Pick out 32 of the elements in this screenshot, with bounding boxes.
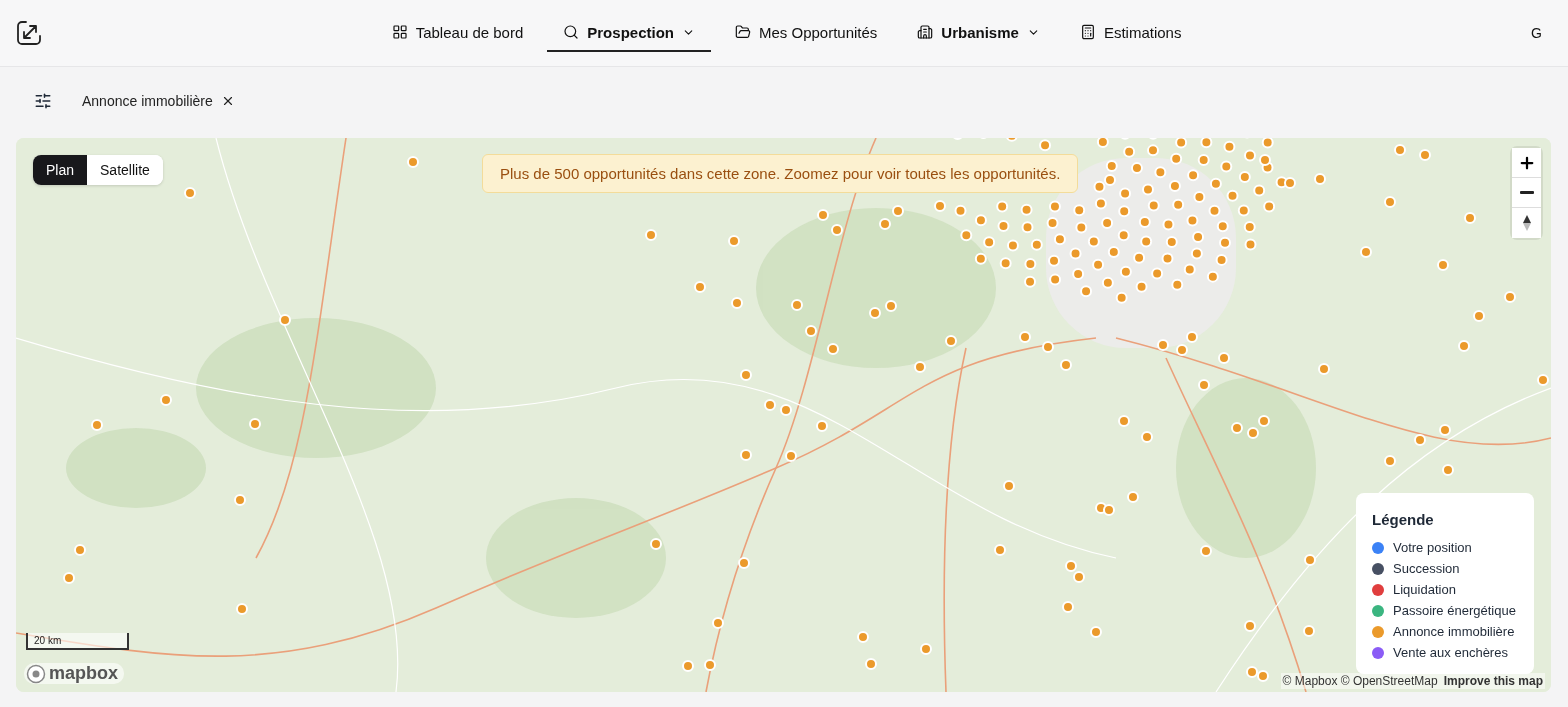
nav-tab[interactable]: Urbanisme [901, 0, 1056, 52]
legend-label: Vente aux enchères [1393, 645, 1508, 660]
nav-tab[interactable]: Tableau de bord [375, 0, 540, 52]
legend-title: Légende [1372, 511, 1435, 528]
legend-label: Annonce immobilière [1393, 624, 1515, 639]
folder-icon [734, 24, 751, 40]
building-icon [917, 24, 934, 40]
zoom-in-button[interactable] [1512, 148, 1541, 178]
legend-label: Passoire énergétique [1393, 603, 1516, 618]
map-style-tab[interactable]: Plan [33, 155, 88, 185]
user-avatar[interactable]: G [1531, 25, 1542, 41]
nav-tab[interactable]: Mes Opportunités [718, 0, 894, 52]
filter-icon[interactable] [34, 91, 52, 110]
legend-label: Votre position [1393, 540, 1472, 555]
improve-map-link[interactable]: Improve this map [1443, 674, 1543, 688]
legend-label: Liquidation [1393, 582, 1456, 597]
calculator-icon [1079, 24, 1096, 40]
nav-tab[interactable]: Prospection [547, 0, 711, 52]
map-style-tab[interactable]: Satellite [87, 155, 163, 185]
filter-chip[interactable]: Annonce immobilière [72, 88, 245, 113]
legend-label: Succession [1393, 561, 1460, 576]
logo-icon [26, 663, 46, 684]
scale-bar: 20 km [26, 633, 129, 650]
minus-icon [1519, 191, 1534, 194]
grid-icon [391, 24, 408, 40]
nav-tab[interactable]: Estimations [1063, 0, 1198, 52]
search-icon [563, 24, 580, 40]
mapbox-logo[interactable]: mapbox [24, 663, 124, 684]
notice-banner: Plus de 500 opportunités dans cette zone. Zoomez pour voir toutes les opportunités. [482, 154, 1079, 193]
attribution-text: © Mapbox © OpenStreetMap [1282, 674, 1438, 688]
compass-icon [1521, 214, 1532, 232]
logo-icon[interactable] [16, 20, 42, 46]
